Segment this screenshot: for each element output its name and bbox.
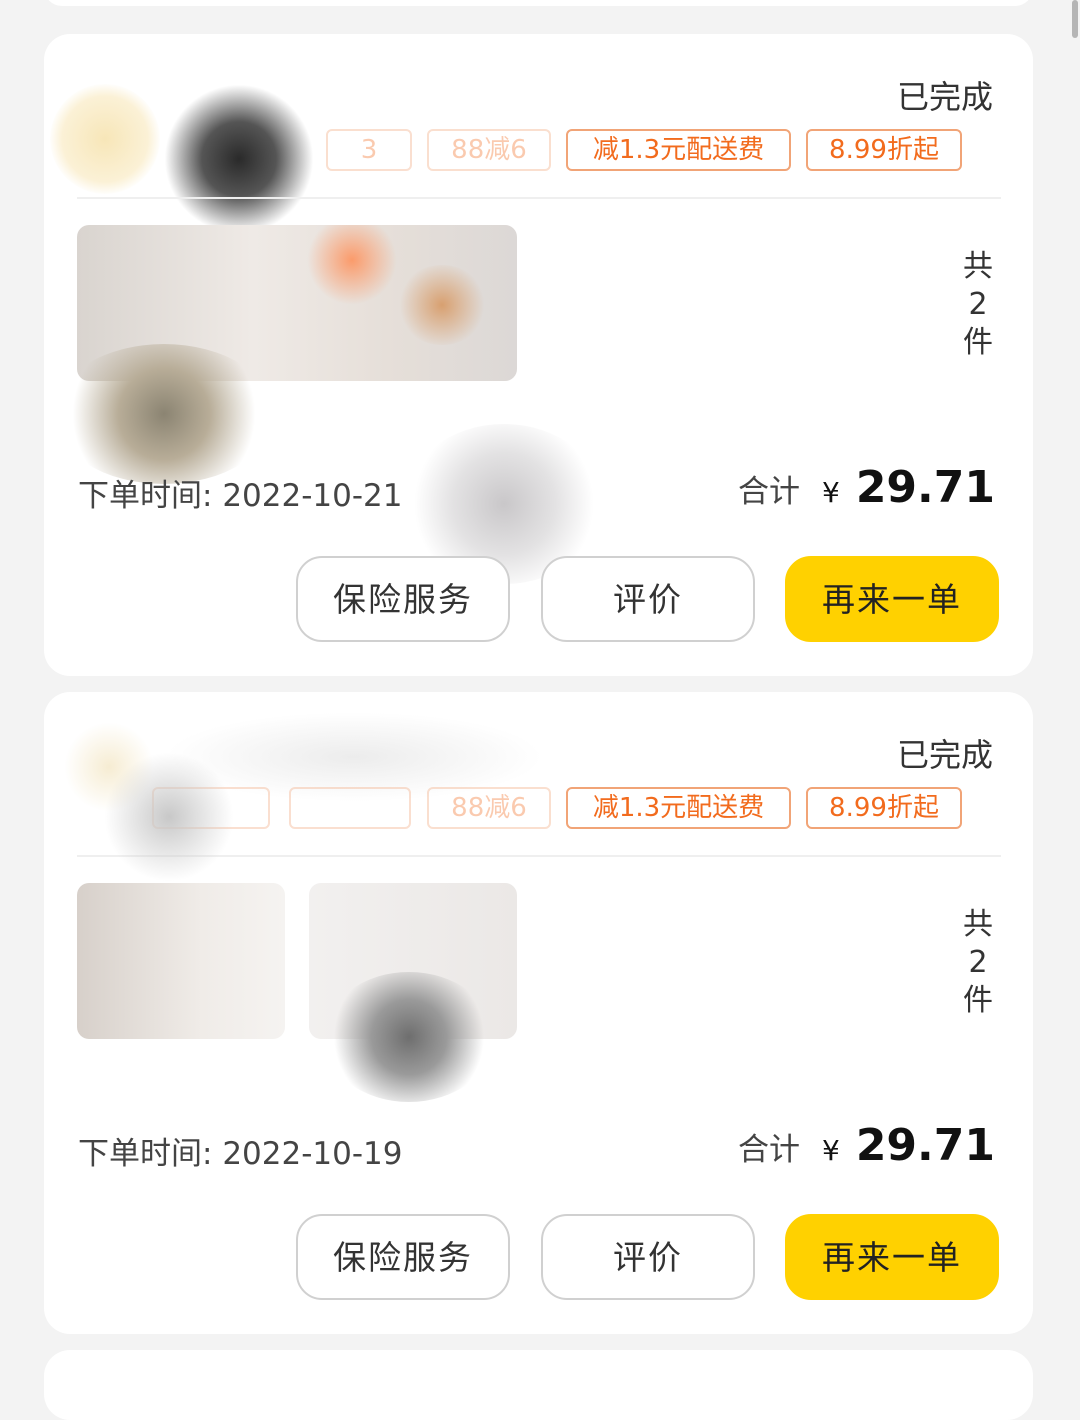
- previous-order-card: [44, 0, 1033, 6]
- promo-tags: 3 88减6 减1.3元配送费 8.99折起: [44, 129, 1033, 177]
- order-card[interactable]: 已完成 3 88减6 减1.3元配送费 8.99折起 共 2 件 下单时间: 2…: [44, 34, 1033, 676]
- item-count: 共 2 件: [963, 249, 993, 360]
- image-blur: [104, 752, 234, 882]
- insurance-service-button[interactable]: 保险服务: [296, 556, 510, 642]
- reorder-button[interactable]: 再来一单: [785, 556, 999, 642]
- image-blur: [54, 344, 274, 484]
- order-total: 合计 ¥ 29.71: [737, 462, 995, 513]
- promo-tag: 3: [326, 129, 412, 171]
- promo-tag: [289, 787, 411, 829]
- order-time: 下单时间: 2022-10-21: [78, 478, 403, 514]
- divider: [77, 197, 1001, 199]
- order-time: 下单时间: 2022-10-19: [78, 1136, 403, 1172]
- item-count: 共 2 件: [963, 907, 993, 1018]
- promo-tag: 88减6: [427, 129, 551, 171]
- promo-tag: 减1.3元配送费: [566, 787, 791, 829]
- product-image[interactable]: [77, 883, 285, 1039]
- promo-tag: 8.99折起: [806, 129, 962, 171]
- order-status: 已完成: [896, 736, 993, 774]
- review-button[interactable]: 评价: [541, 556, 755, 642]
- order-card[interactable]: 已完成 88减6 减1.3元配送费 8.99折起 共 2 件 下单时间: 202…: [44, 692, 1033, 1334]
- review-button[interactable]: 评价: [541, 1214, 755, 1300]
- image-blur: [324, 972, 494, 1102]
- reorder-button[interactable]: 再来一单: [785, 1214, 999, 1300]
- insurance-service-button[interactable]: 保险服务: [296, 1214, 510, 1300]
- promo-tag: 88减6: [427, 787, 551, 829]
- promo-tag: 8.99折起: [806, 787, 962, 829]
- promo-tag: 减1.3元配送费: [566, 129, 791, 171]
- next-order-card: [44, 1350, 1033, 1420]
- order-total: 合计 ¥ 29.71: [737, 1120, 995, 1171]
- scrollbar[interactable]: [1072, 0, 1078, 38]
- order-status: 已完成: [896, 78, 993, 116]
